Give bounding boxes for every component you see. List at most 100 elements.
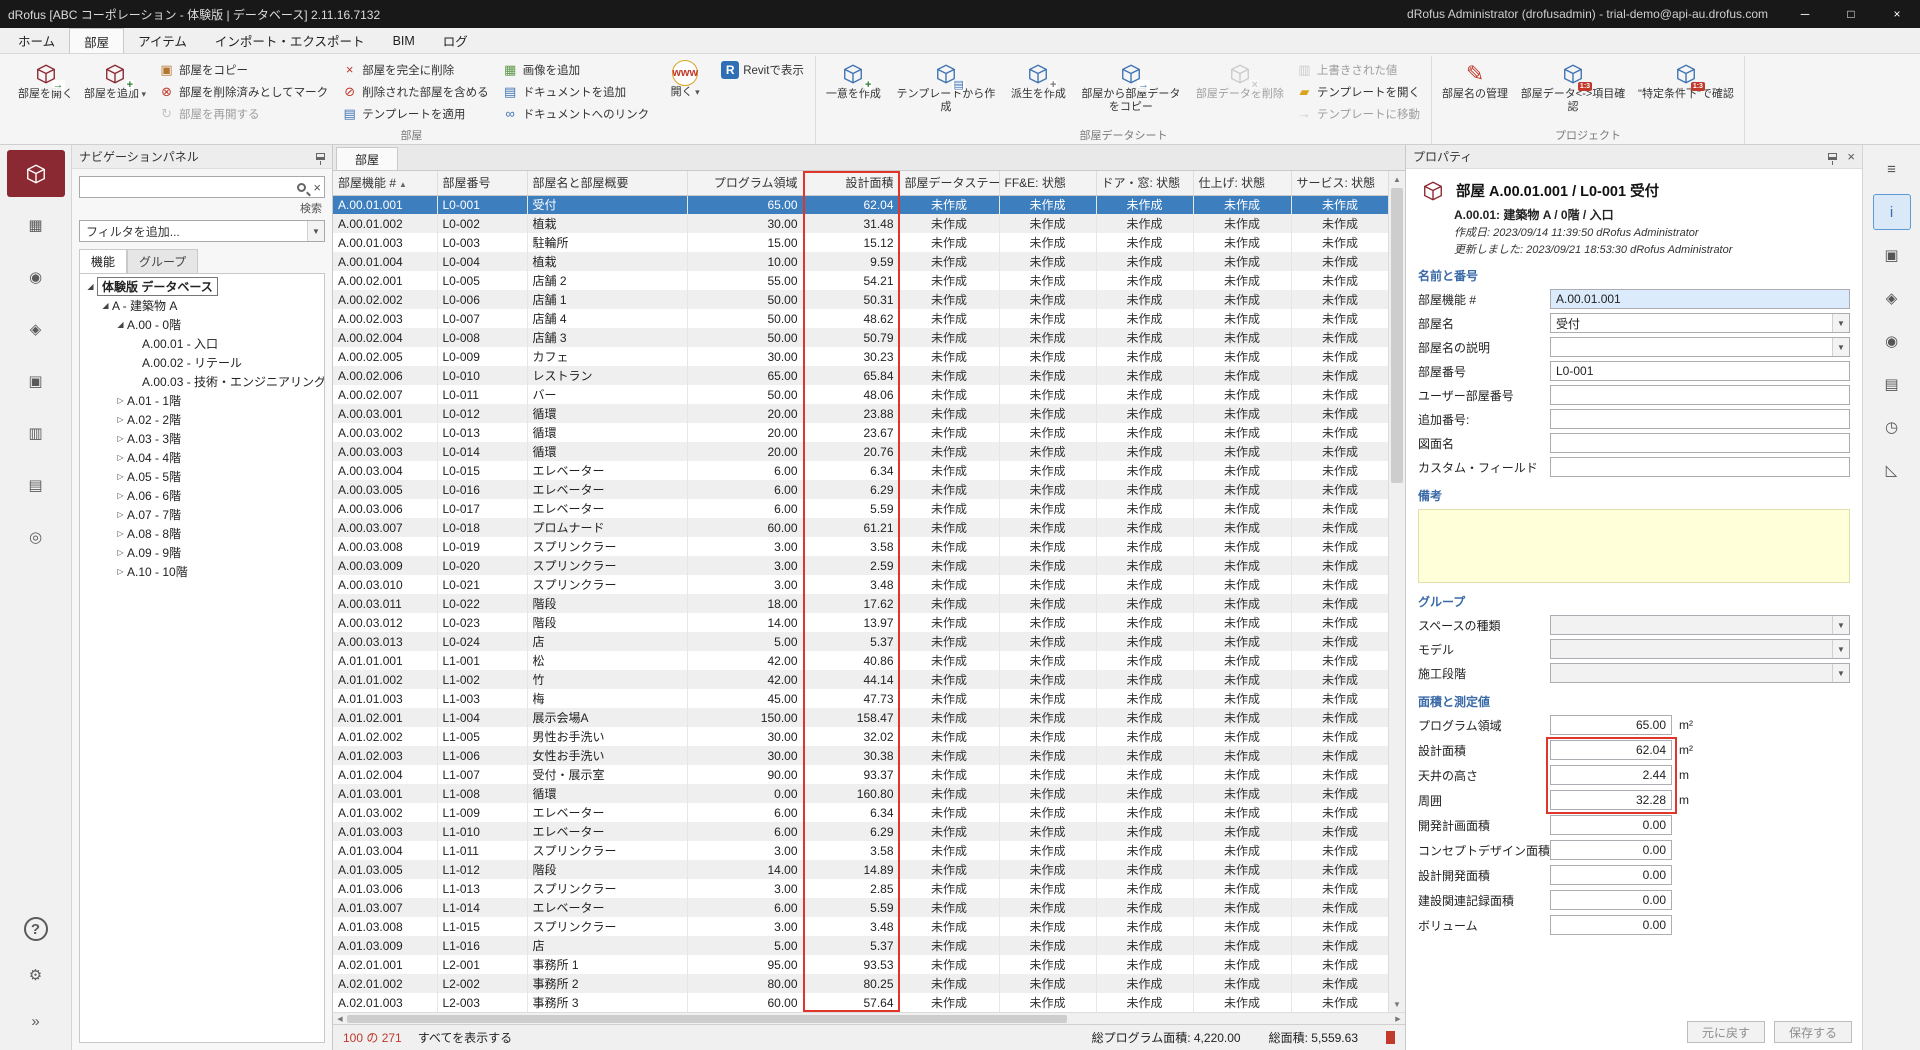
clear-search-icon[interactable]: × — [313, 180, 321, 195]
pin-icon[interactable] — [316, 153, 325, 160]
table-row[interactable]: A.01.03.006L1-013スプリンクラー3.002.85未作成未作成未作… — [333, 879, 1388, 898]
tree-collapsed-icon[interactable]: ▷ — [114, 472, 127, 481]
table-row[interactable]: A.00.01.003L0-003駐輪所15.0015.12未作成未作成未作成未… — [333, 233, 1388, 252]
ribbon-button-add-document[interactable]: ▤ドキュメントを追加 — [497, 81, 655, 102]
menu-rooms[interactable]: 部屋 — [69, 28, 124, 53]
table-row[interactable]: A.00.03.005L0-016エレベーター6.006.29未作成未作成未作成… — [333, 480, 1388, 499]
panel-datasheets-panel[interactable]: ▣ — [1873, 237, 1911, 273]
add-filter-dropdown[interactable]: フィルタを追加... ▼ — [79, 220, 325, 242]
menu-bim[interactable]: BIM — [379, 28, 429, 53]
column-header[interactable]: ドア・窓: 状態 — [1096, 171, 1193, 195]
column-header[interactable]: 仕上げ: 状態 — [1193, 171, 1291, 195]
drawing-name-input[interactable] — [1550, 433, 1850, 453]
chevron-down-icon[interactable]: ▼ — [1832, 616, 1849, 634]
sidebar-rooms-view[interactable] — [7, 150, 65, 197]
tree-collapsed-icon[interactable]: ▷ — [114, 567, 127, 576]
search-link[interactable]: 検索 — [72, 200, 322, 216]
column-header[interactable]: サービス: 状態 — [1291, 171, 1388, 195]
minimize-button[interactable]: ─ — [1782, 0, 1828, 28]
sidebar-settings[interactable]: ⚙ — [7, 958, 65, 992]
sidebar-products-view[interactable]: ◉ — [7, 254, 65, 301]
panel-history-panel[interactable]: ◷ — [1873, 409, 1911, 445]
table-row[interactable]: A.00.03.011L0-022階段18.0017.62未作成未作成未作成未作… — [333, 594, 1388, 613]
ribbon-button-delete-room-data[interactable]: ×部屋データを削除 — [1192, 56, 1288, 127]
ribbon-button-delete-room-permanently[interactable]: ×部屋を完全に削除 — [336, 59, 494, 80]
tree-collapsed-icon[interactable]: ▷ — [114, 529, 127, 538]
sidebar-documents-view[interactable]: ▣ — [7, 358, 65, 405]
table-row[interactable]: A.01.01.003L1-003梅45.0047.73未作成未作成未作成未作成… — [333, 689, 1388, 708]
concept-design-area-input[interactable]: 0.00 — [1550, 840, 1672, 860]
search-input[interactable] — [79, 176, 325, 198]
tree-collapsed-icon[interactable]: ▷ — [114, 491, 127, 500]
maximize-button[interactable]: □ — [1828, 0, 1874, 28]
scroll-up-icon[interactable]: ▲ — [1389, 171, 1405, 187]
chevron-down-icon[interactable]: ▼ — [1832, 338, 1849, 356]
ribbon-button-create-unique[interactable]: +一意を作成 — [822, 56, 885, 127]
user-room-number-input[interactable] — [1550, 385, 1850, 405]
tree-a0003[interactable]: A.00.03 - 技術・エンジニアリング — [80, 372, 324, 391]
notes-field[interactable] — [1418, 509, 1850, 583]
table-row[interactable]: A.00.02.004L0-008店舗 350.0050.79未作成未作成未作成… — [333, 328, 1388, 347]
sidebar-reports-view[interactable]: ▤ — [7, 462, 65, 509]
scroll-right-icon[interactable]: ▶ — [1391, 1013, 1405, 1025]
tree-a05[interactable]: ▷A.05 - 5階 — [80, 467, 324, 486]
pin-icon[interactable] — [1828, 153, 1837, 160]
column-header[interactable]: 部屋機能 #▲ — [333, 171, 437, 195]
ribbon-button-copy-room[interactable]: ▣部屋をコピー — [153, 59, 333, 80]
tree-a09[interactable]: ▷A.09 - 9階 — [80, 543, 324, 562]
tab-rooms[interactable]: 部屋 — [336, 147, 398, 170]
panel-panel-menu[interactable]: ≡ — [1873, 151, 1911, 187]
search-icon[interactable] — [297, 183, 306, 192]
vertical-scrollbar-thumb[interactable] — [1391, 188, 1403, 483]
room-number-input[interactable]: L0-001 — [1550, 361, 1850, 381]
tree-a07[interactable]: ▷A.07 - 7階 — [80, 505, 324, 524]
table-row[interactable]: A.00.03.007L0-018プロムナード60.0061.21未作成未作成未… — [333, 518, 1388, 537]
table-row[interactable]: A.00.03.010L0-021スプリンクラー3.003.48未作成未作成未作… — [333, 575, 1388, 594]
tree-a10[interactable]: ▷A.10 - 10階 — [80, 562, 324, 581]
table-row[interactable]: A.00.03.004L0-015エレベーター6.006.34未作成未作成未作成… — [333, 461, 1388, 480]
tree-expanded-icon[interactable]: ◢ — [84, 282, 97, 291]
sidebar-items-view[interactable]: ▦ — [7, 202, 65, 249]
column-header[interactable]: 部屋名と部屋概要 — [527, 171, 687, 195]
column-header[interactable]: 部屋番号 — [437, 171, 527, 195]
panel-info-panel[interactable]: i — [1873, 194, 1911, 230]
additional-number-input[interactable] — [1550, 409, 1850, 429]
menu-home[interactable]: ホーム — [4, 28, 69, 53]
ribbon-button-link-document[interactable]: ∞ドキュメントへのリンク — [497, 103, 655, 124]
sidebar-buildings-view[interactable]: ▥ — [7, 410, 65, 457]
vertical-scrollbar[interactable]: ▲ ▼ — [1388, 171, 1405, 1012]
room-name-input[interactable]: 受付▼ — [1550, 313, 1850, 333]
tree-a02[interactable]: ▷A.02 - 2階 — [80, 410, 324, 429]
tree-collapsed-icon[interactable]: ▷ — [114, 548, 127, 557]
tab-groups[interactable]: グループ — [127, 249, 198, 273]
table-row[interactable]: A.01.03.002L1-009エレベーター6.006.34未作成未作成未作成… — [333, 803, 1388, 822]
menu-log[interactable]: ログ — [429, 28, 482, 53]
ribbon-button-reopen-room[interactable]: ↻部屋を再開する — [153, 103, 333, 124]
ribbon-button-overridden-values[interactable]: ▥上書きされた値 — [1291, 59, 1425, 80]
sidebar-systems-view[interactable]: ◈ — [7, 306, 65, 353]
ribbon-button-add-room[interactable]: +部屋を追加 ▾ — [80, 56, 150, 127]
tree-root[interactable]: ◢体験版 データベース — [80, 277, 324, 296]
sidebar-expand-panel[interactable]: » — [7, 1004, 65, 1038]
ribbon-button-room-data-item-check[interactable]: 1:3部屋データ<->項目確認 — [1515, 56, 1631, 127]
ribbon-button-create-from-template[interactable]: ▤テンプレートから作成 — [888, 56, 1004, 127]
volume-input[interactable]: 0.00 — [1550, 915, 1672, 935]
ribbon-button-mark-room-deleted[interactable]: ⊗部屋を削除済みとしてマーク — [153, 81, 333, 102]
table-row[interactable]: A.00.03.012L0-023階段14.0013.97未作成未作成未作成未作… — [333, 613, 1388, 632]
table-row[interactable]: A.00.03.003L0-014循環20.0020.76未作成未作成未作成未作… — [333, 442, 1388, 461]
table-row[interactable]: A.01.02.002L1-005男性お手洗い30.0032.02未作成未作成未… — [333, 727, 1388, 746]
tree-a03[interactable]: ▷A.03 - 3階 — [80, 429, 324, 448]
ceiling-height-input[interactable]: 2.44 — [1550, 765, 1672, 785]
chevron-down-icon[interactable]: ▼ — [1832, 664, 1849, 682]
table-row[interactable]: A.00.03.009L0-020スプリンクラー3.002.59未作成未作成未作… — [333, 556, 1388, 575]
close-panel-icon[interactable]: × — [1847, 149, 1855, 164]
table-row[interactable]: A.01.01.001L1-001松42.0040.86未作成未作成未作成未作成… — [333, 651, 1388, 670]
table-row[interactable]: A.00.02.007L0-011バー50.0048.06未作成未作成未作成未作… — [333, 385, 1388, 404]
table-row[interactable]: A.00.03.008L0-019スプリンクラー3.003.58未作成未作成未作… — [333, 537, 1388, 556]
table-row[interactable]: A.01.03.004L1-011スプリンクラー3.003.58未作成未作成未作… — [333, 841, 1388, 860]
table-row[interactable]: A.01.03.007L1-014エレベーター6.005.59未作成未作成未作成… — [333, 898, 1388, 917]
horizontal-scrollbar-thumb[interactable] — [347, 1015, 1067, 1023]
show-all-link[interactable]: すべてを表示する — [418, 1029, 512, 1046]
table-row[interactable]: A.01.02.003L1-006女性お手洗い30.0030.38未作成未作成未… — [333, 746, 1388, 765]
ribbon-button-add-image[interactable]: ▦画像を追加 — [497, 59, 655, 80]
